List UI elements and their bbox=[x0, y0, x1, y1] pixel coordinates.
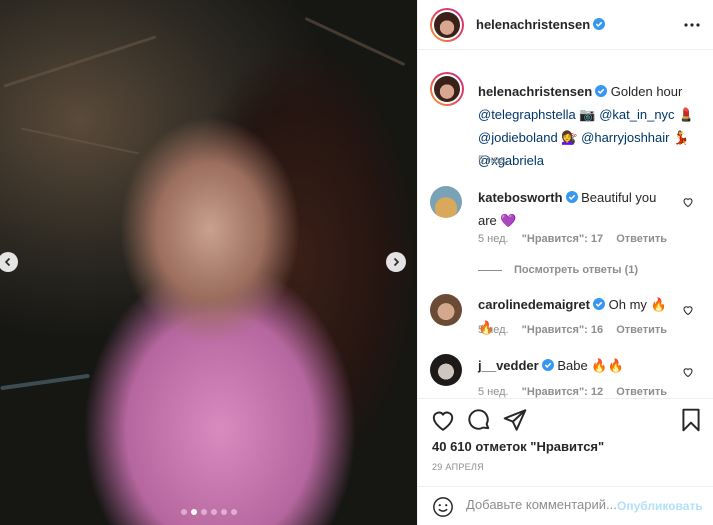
photo-background-branch bbox=[21, 127, 139, 155]
carousel-indicator bbox=[0, 509, 417, 515]
comment-reply-button[interactable]: Ответить bbox=[616, 386, 667, 398]
paper-plane-icon[interactable] bbox=[502, 407, 528, 433]
comments-list[interactable]: helenachristensen Golden hour @telegraph… bbox=[418, 62, 713, 398]
comment-likes-count[interactable]: "Нравится": 16 bbox=[522, 324, 603, 336]
commenter-avatar[interactable] bbox=[430, 294, 462, 326]
replies-divider bbox=[478, 269, 502, 271]
verified-badge-icon bbox=[593, 18, 606, 30]
verified-badge-icon bbox=[565, 191, 578, 203]
previous-photo-button[interactable] bbox=[0, 252, 18, 272]
post-sidebar: helenachristensen helenachristensen Gold… bbox=[417, 0, 713, 525]
comment-like-heart-icon[interactable] bbox=[682, 304, 694, 316]
comment-text: Babe 🔥🔥 bbox=[557, 358, 624, 373]
comment-composer: Опубликовать bbox=[418, 486, 713, 525]
next-photo-button[interactable] bbox=[386, 252, 406, 272]
view-replies-button[interactable]: Посмотреть ответы (1) bbox=[478, 264, 638, 276]
comment-time[interactable]: 5 нед. bbox=[478, 233, 509, 245]
photo-background-branch bbox=[0, 373, 90, 391]
comment-meta: 5 нед. "Нравится": 17 Ответить bbox=[478, 233, 677, 245]
mention-link[interactable]: @jodieboland bbox=[478, 130, 558, 145]
mention-link[interactable]: @telegraphstella bbox=[478, 107, 576, 122]
bookmark-icon[interactable] bbox=[678, 407, 704, 433]
photo-background-branch bbox=[3, 35, 157, 88]
carousel-dot bbox=[210, 509, 217, 515]
view-replies-label: Посмотреть ответы (1) bbox=[514, 264, 639, 276]
comment-time[interactable]: 5 нед. bbox=[478, 324, 509, 336]
verified-badge-icon bbox=[593, 298, 605, 310]
author-avatar[interactable] bbox=[430, 8, 464, 42]
comment-username[interactable]: katebosworth bbox=[478, 190, 563, 205]
comment-likes-count[interactable]: "Нравится": 17 bbox=[522, 233, 603, 245]
comment-like-heart-icon[interactable] bbox=[682, 196, 694, 208]
haircut-emoji: 💇‍♀️ bbox=[561, 130, 578, 145]
caption-time[interactable]: 5 нед. bbox=[478, 154, 509, 166]
photo-background-branch bbox=[304, 16, 406, 67]
comment-username[interactable]: j__vedder bbox=[478, 358, 539, 373]
post-photo[interactable] bbox=[0, 0, 417, 525]
comment-reply-button[interactable]: Ответить bbox=[616, 233, 667, 245]
comment-like-heart-icon[interactable] bbox=[682, 366, 694, 378]
mention-link[interactable]: @kat_in_nyc bbox=[599, 107, 674, 122]
post-caption: helenachristensen Golden hour @telegraph… bbox=[478, 80, 700, 172]
comment-likes-count[interactable]: "Нравится": 12 bbox=[522, 386, 603, 398]
chevron-left-icon bbox=[4, 257, 11, 267]
comment-username[interactable]: carolinedemaigret bbox=[478, 297, 590, 312]
comment-reply-button[interactable]: Ответить bbox=[616, 324, 667, 336]
post-header: helenachristensen bbox=[418, 0, 713, 50]
add-comment-input[interactable] bbox=[466, 497, 616, 512]
carousel-dot bbox=[200, 509, 207, 515]
carousel-dot-active bbox=[190, 509, 197, 515]
comment-body: katebosworth Beautiful you are 💜 bbox=[478, 186, 678, 232]
heart-icon[interactable] bbox=[430, 407, 456, 433]
likes-count[interactable]: 40 610 отметок "Нравится" bbox=[432, 439, 604, 454]
post-date[interactable]: 29 АПРЕЛЯ bbox=[432, 462, 484, 472]
carousel-dot bbox=[180, 509, 187, 515]
caption-username[interactable]: helenachristensen bbox=[478, 84, 592, 99]
post-actions: 40 610 отметок "Нравится" 29 АПРЕЛЯ bbox=[418, 398, 713, 488]
commenter-avatar[interactable] bbox=[430, 354, 462, 386]
more-options-icon[interactable] bbox=[682, 18, 702, 32]
dancer-emoji: 💃 bbox=[673, 130, 690, 145]
comment-body: j__vedder Babe 🔥🔥 bbox=[478, 354, 678, 377]
caption-author-avatar[interactable] bbox=[430, 72, 464, 106]
comment-meta: 5 нед. "Нравится": 12 Ответить bbox=[478, 386, 677, 398]
commenter-avatar[interactable] bbox=[430, 186, 462, 218]
verified-badge-icon bbox=[541, 359, 554, 371]
author-username[interactable]: helenachristensen bbox=[476, 17, 606, 32]
comment-meta: 5 нед. "Нравится": 16 Ответить bbox=[478, 324, 677, 336]
caption-text: Golden hour bbox=[610, 84, 683, 99]
verified-badge-icon bbox=[595, 85, 608, 97]
carousel-dot bbox=[230, 509, 237, 515]
lipstick-emoji: 💄 bbox=[678, 107, 695, 122]
comment-time[interactable]: 5 нед. bbox=[478, 386, 509, 398]
carousel-dot bbox=[220, 509, 227, 515]
smiley-icon[interactable] bbox=[432, 496, 454, 518]
publish-button[interactable]: Опубликовать bbox=[617, 499, 703, 513]
camera-emoji: 📷 bbox=[579, 107, 596, 122]
mention-link[interactable]: @harryjoshhair bbox=[581, 130, 669, 145]
chevron-right-icon bbox=[393, 257, 400, 267]
comment-bubble-icon[interactable] bbox=[466, 407, 492, 433]
